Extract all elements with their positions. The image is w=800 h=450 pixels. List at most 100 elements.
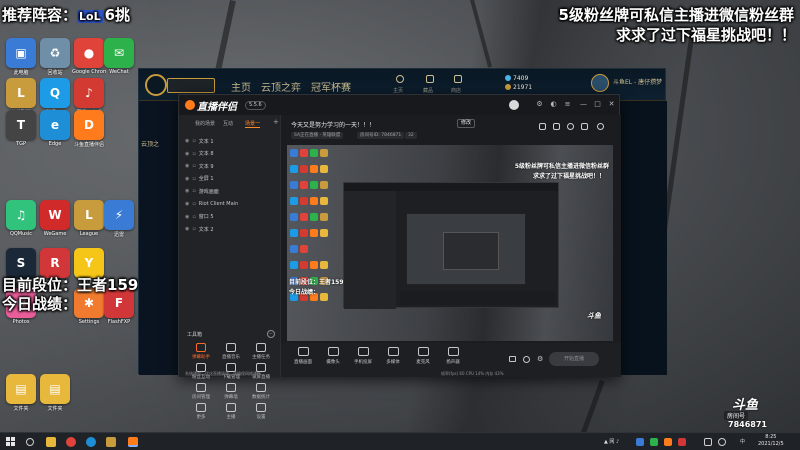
- taskbar-chrome-icon[interactable]: [66, 437, 76, 447]
- desktop-app-icon[interactable]: L: [74, 200, 104, 230]
- desktop-app-icon[interactable]: Q: [40, 78, 70, 108]
- start-live-button[interactable]: 开始直播: [549, 352, 599, 366]
- taskbar-tray-app-4[interactable]: [678, 438, 686, 446]
- taskbar-volume-icon[interactable]: [718, 438, 726, 446]
- lock-icon[interactable]: ▫: [192, 201, 195, 207]
- visibility-eye-icon[interactable]: ◉: [185, 138, 189, 144]
- visibility-eye-icon[interactable]: ◉: [185, 151, 189, 157]
- edit-title-button[interactable]: 修改: [457, 119, 476, 128]
- lol-nav-clash[interactable]: 冠军杯赛: [311, 79, 351, 94]
- lol-nav-icon-dot-1[interactable]: [396, 75, 404, 83]
- tab-my-scenes[interactable]: 我的场景: [195, 120, 215, 127]
- lol-nav-icon-store[interactable]: 商店: [451, 87, 461, 94]
- visibility-eye-icon[interactable]: ◉: [185, 201, 189, 207]
- desktop-app-icon[interactable]: D: [74, 110, 104, 140]
- lol-nav-icon-collection[interactable]: 藏品: [423, 87, 433, 94]
- douyu-camera-toggle-icon[interactable]: [509, 356, 516, 362]
- visibility-eye-icon[interactable]: ◉: [185, 188, 189, 194]
- douyu-maximize-icon[interactable]: □: [593, 100, 602, 109]
- douyu-companion-window[interactable]: 直播伴侣 5.5.6 ⚙ ◐ ≡ — □ ✕ 我的场景 互动 场景一 + ◉ ▫ 文…: [178, 94, 621, 420]
- toolbox-more-icon[interactable]: −: [267, 330, 275, 338]
- desktop-app-icon[interactable]: L: [6, 78, 36, 108]
- taskbar-ime-indicator[interactable]: 中: [740, 438, 745, 445]
- douyu-menu-icon[interactable]: ≡: [563, 100, 572, 109]
- lol-nav-home[interactable]: 主页: [231, 79, 251, 94]
- scene-item[interactable]: ◉ ▫ 文本 8: [185, 150, 214, 158]
- taskbar-tray-app-2[interactable]: [650, 438, 658, 446]
- windows-start-icon[interactable]: [6, 437, 16, 447]
- desktop-app-icon[interactable]: ✉: [104, 38, 134, 68]
- tab-scene-one[interactable]: 场景一: [245, 120, 261, 128]
- control-bar-item[interactable]: 多媒体: [379, 347, 407, 365]
- douyu-lock-icon[interactable]: [553, 123, 560, 130]
- douyu-minimize-icon[interactable]: —: [579, 100, 588, 109]
- desktop-app-icon[interactable]: ♪: [74, 78, 104, 108]
- douyu-record-icon[interactable]: [567, 123, 574, 130]
- taskbar-network-icon[interactable]: [704, 438, 712, 446]
- desktop-app-icon[interactable]: ▤: [6, 374, 36, 404]
- desktop-app-icon[interactable]: ▤: [40, 374, 70, 404]
- toolbox-item[interactable]: 弹幕墙: [217, 383, 245, 400]
- lock-icon[interactable]: ▫: [192, 163, 195, 169]
- live-category-chip[interactable]: SA正在直播 · 英雄联盟: [291, 132, 344, 139]
- scene-item[interactable]: ◉ ▫ 文本 9: [185, 162, 214, 170]
- taskbar-douyu-icon[interactable]: [128, 437, 138, 447]
- taskbar-clock[interactable]: 8:25 2021/12/5: [758, 434, 784, 448]
- visibility-eye-icon[interactable]: ◉: [185, 214, 189, 220]
- taskbar-edge-icon[interactable]: [86, 437, 96, 447]
- douyu-settings-icon[interactable]: ⚙: [535, 100, 544, 109]
- toolbox-item[interactable]: 房间管理: [187, 383, 215, 400]
- toolbox-item[interactable]: 直播音乐: [217, 343, 245, 360]
- taskbar-tray-icons[interactable]: ▲ 网 ♪: [604, 438, 619, 445]
- taskbar-lol-icon[interactable]: [106, 437, 116, 447]
- lol-avatar[interactable]: [591, 74, 609, 92]
- room-title[interactable]: 今天又是努力学习的一天！！！: [291, 120, 375, 129]
- douyu-close-icon[interactable]: ✕: [607, 100, 616, 109]
- desktop-app-icon[interactable]: ♫: [6, 200, 36, 230]
- scene-item[interactable]: ◉ ▫ 游戏画面: [185, 187, 219, 195]
- lol-nav-icon-dot-3[interactable]: [454, 75, 462, 83]
- tab-interaction[interactable]: 互动: [223, 120, 233, 127]
- douyu-notify-icon[interactable]: [581, 123, 588, 130]
- douyu-skin-icon[interactable]: ◐: [549, 100, 558, 109]
- taskbar-search-icon[interactable]: [26, 438, 34, 446]
- desktop-app-icon[interactable]: ⚡: [104, 200, 134, 230]
- scene-item[interactable]: ◉ ▫ 全屏 1: [185, 175, 214, 183]
- toolbox-item[interactable]: 主播: [217, 403, 245, 420]
- lol-play-button[interactable]: [167, 78, 215, 93]
- control-bar-item[interactable]: 直播画面: [289, 347, 317, 365]
- douyu-bell-icon[interactable]: [539, 123, 546, 130]
- scene-item[interactable]: ◉ ▫ Riot Client Main: [185, 200, 238, 208]
- lock-icon[interactable]: ▫: [192, 214, 195, 220]
- control-bar-item[interactable]: 手机投屏: [349, 347, 377, 365]
- control-bar-item[interactable]: 摄像头: [319, 347, 347, 365]
- toolbox-item[interactable]: 弹幕助手: [187, 343, 215, 360]
- lock-icon[interactable]: ▫: [192, 151, 195, 157]
- visibility-eye-icon[interactable]: ◉: [185, 226, 189, 232]
- lock-icon[interactable]: ▫: [192, 188, 195, 194]
- douyu-share-icon[interactable]: [597, 123, 604, 130]
- lock-icon[interactable]: ▫: [192, 226, 195, 232]
- desktop-app-icon[interactable]: ♻: [40, 38, 70, 68]
- visibility-eye-icon[interactable]: ◉: [185, 163, 189, 169]
- lol-logo-icon[interactable]: [145, 74, 167, 96]
- control-bar-item[interactable]: 麦克风: [409, 347, 437, 365]
- desktop-app-icon[interactable]: ▣: [6, 38, 36, 68]
- douyu-avatar-icon[interactable]: [509, 100, 519, 110]
- add-scene-icon[interactable]: +: [273, 118, 279, 126]
- douyu-audio-toggle-icon[interactable]: [523, 356, 530, 363]
- toolbox-item[interactable]: 更多: [187, 403, 215, 420]
- visibility-eye-icon[interactable]: ◉: [185, 176, 189, 182]
- desktop-app-icon[interactable]: T: [6, 110, 36, 140]
- control-bar-item[interactable]: 扬声器: [439, 347, 467, 365]
- desktop-app-icon[interactable]: ●: [74, 38, 104, 68]
- lol-nav-icon-dot-2[interactable]: [426, 75, 434, 83]
- lol-nav-icon-home[interactable]: 主页: [393, 87, 403, 94]
- taskbar-tray-app-3[interactable]: [664, 438, 672, 446]
- desktop-app-icon[interactable]: e: [40, 110, 70, 140]
- taskbar-folder-icon[interactable]: [46, 437, 56, 447]
- toolbox-item[interactable]: 设置: [247, 403, 275, 420]
- lock-icon[interactable]: ▫: [192, 138, 195, 144]
- desktop-app-icon[interactable]: W: [40, 200, 70, 230]
- toolbox-item[interactable]: 数据统计: [247, 383, 275, 400]
